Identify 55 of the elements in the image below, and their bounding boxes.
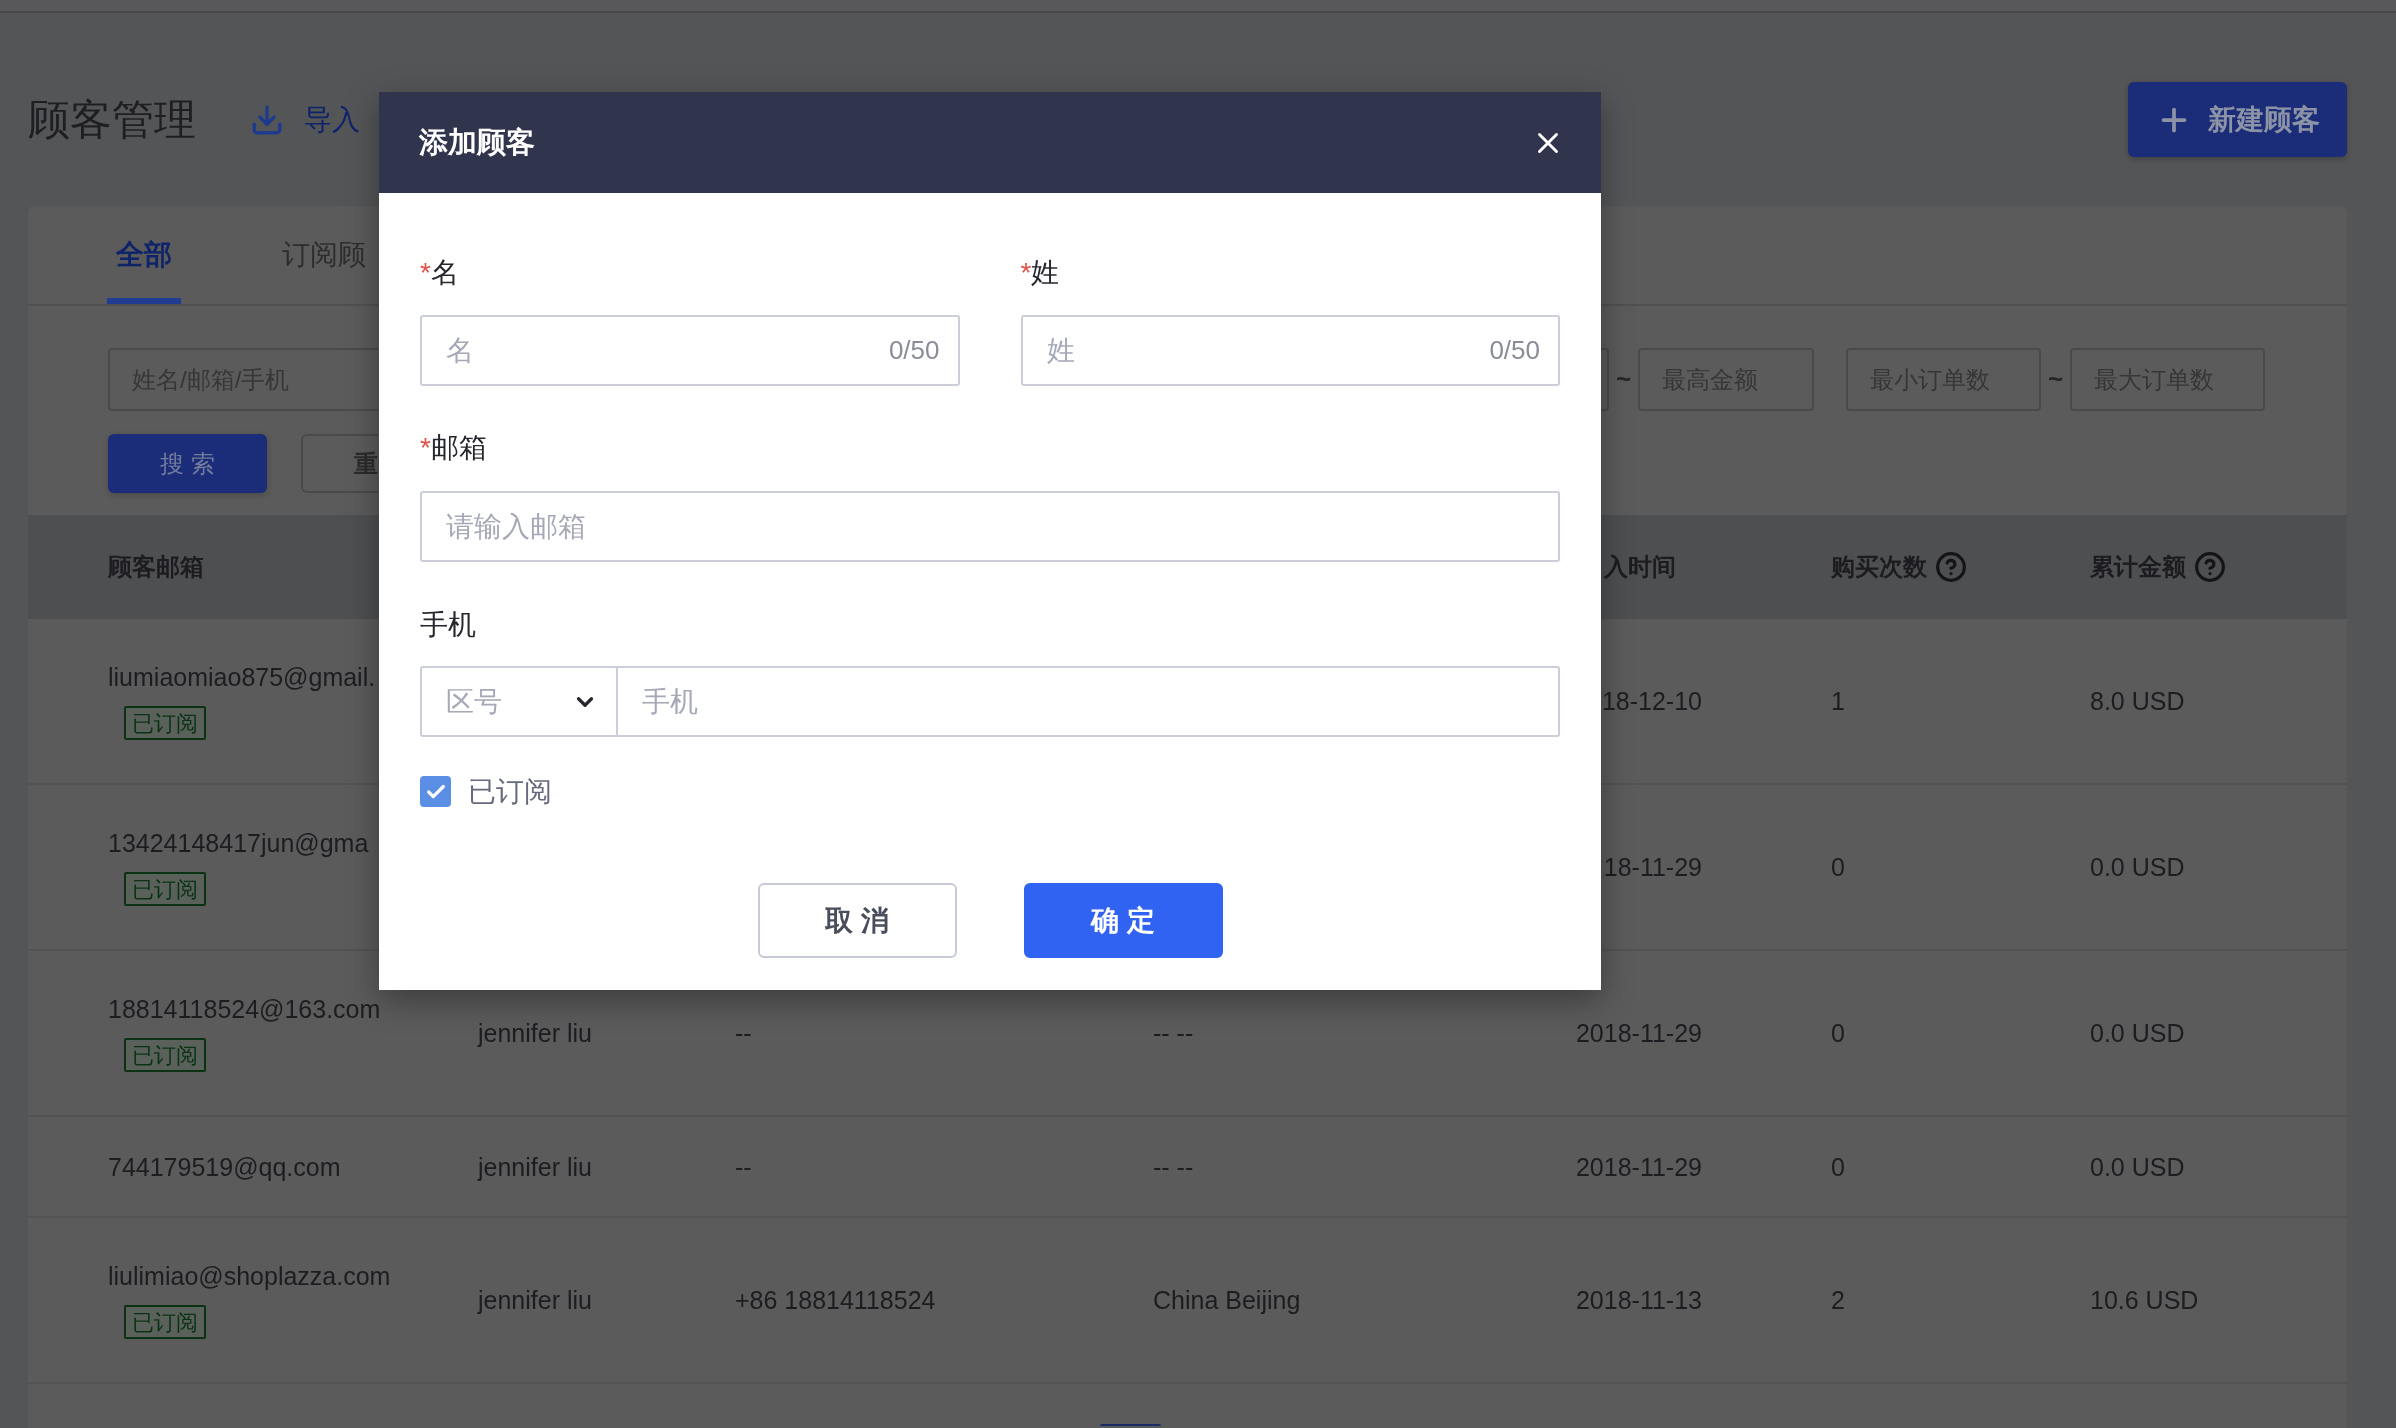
table-cell: jennifer liu [478, 1151, 592, 1182]
table-cell: -- -- [1153, 1151, 1194, 1182]
table-cell: +86 18814118524 [735, 1285, 936, 1315]
table-cell: 0.0 USD [2090, 852, 2185, 882]
customer-email: liulimiao@shoplazza.com [108, 1261, 391, 1291]
field-label: 手机 [420, 609, 476, 641]
range-separator: ~ [1614, 363, 1633, 396]
help-icon[interactable] [1935, 551, 1967, 583]
field-label: *名 [420, 257, 459, 289]
field-label: *姓 [1020, 257, 1060, 289]
table-cell: 0.0 USD [2090, 1151, 2185, 1182]
dialog-title: 添加顾客 [419, 124, 535, 160]
import-button[interactable]: 导入 [250, 98, 360, 141]
table-cell: -- [735, 1151, 752, 1182]
email-field[interactable]: 请输入邮箱 [420, 491, 1560, 562]
customer-email: liumiaomiao875@gmail. [108, 662, 376, 692]
table-cell: 1 [1831, 686, 1845, 716]
search-button[interactable]: 搜 索 [108, 434, 267, 493]
confirm-button[interactable]: 确 定 [1023, 883, 1223, 958]
table-cell: 0 [1831, 852, 1845, 882]
table-cell: 2018-11-29 [1575, 1151, 1702, 1182]
table-cell: -- -- [1153, 1018, 1194, 1048]
table-cell: 0.0 USD [2090, 1018, 2185, 1048]
customer-email: 744179519@qq.com [108, 1151, 341, 1182]
table-cell: 18-11-29 [1603, 852, 1702, 882]
table-cell: China Beijing [1153, 1285, 1301, 1315]
checkbox-label: 已订阅 [468, 774, 552, 809]
table-cell: 10.6 USD [2090, 1285, 2199, 1315]
customer-email: 13424148417jun@gma [108, 828, 369, 858]
table-cell: jennifer liu [478, 1018, 592, 1048]
phone-field[interactable]: 手机 [618, 666, 1560, 737]
new-customer-button[interactable]: 新建顾客 [2128, 82, 2347, 157]
customer-email: 18814118524@163.com [108, 994, 381, 1024]
character-counter: 0/50 [888, 335, 940, 366]
character-counter: 0/50 [1489, 335, 1540, 366]
subscribed-tag: 已订阅 [124, 706, 206, 740]
table-cell: 8.0 USD [2090, 686, 2185, 716]
subscribed-tag: 已订阅 [124, 1038, 206, 1072]
table-cell: 2 [1831, 1285, 1845, 1315]
checkbox[interactable] [420, 776, 451, 807]
help-icon[interactable] [2194, 551, 2226, 583]
area-code-select[interactable]: 区号 [420, 666, 618, 737]
subscribed-tag: 已订阅 [124, 872, 206, 906]
table-cell: 0 [1831, 1151, 1845, 1182]
table-cell: -- [735, 1018, 752, 1048]
range-separator: ~ [2046, 363, 2065, 396]
table-cell: 2018-11-13 [1575, 1285, 1702, 1315]
table-cell: 18-12-10 [1601, 686, 1702, 716]
field-label: *邮箱 [420, 432, 487, 464]
cancel-button[interactable]: 取 消 [757, 883, 957, 958]
tab[interactable]: 全部 [107, 206, 181, 304]
table-cell: 2018-11-29 [1575, 1018, 1702, 1048]
table-cell: jennifer liu [478, 1285, 592, 1315]
subscribed-tag: 已订阅 [124, 1305, 206, 1339]
table-cell: 0 [1831, 1018, 1845, 1048]
